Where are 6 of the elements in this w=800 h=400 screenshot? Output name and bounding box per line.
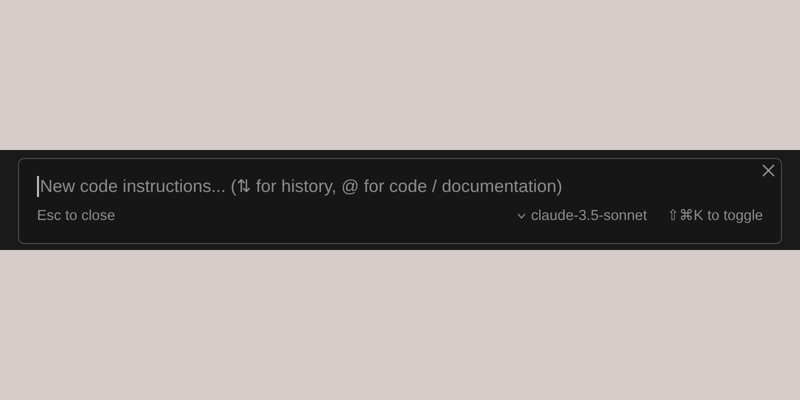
instructions-field[interactable]: New code instructions... (⇅ for history, @ for code / documentation)	[37, 176, 763, 196]
toggle-hint: ⇧⌘K to toggle	[667, 208, 763, 224]
chevron-icon	[516, 213, 526, 219]
close-icon[interactable]	[762, 164, 775, 177]
close-hint: Esc to close	[37, 208, 116, 224]
model-selector[interactable]: claude-3.5-sonnet	[516, 208, 648, 224]
